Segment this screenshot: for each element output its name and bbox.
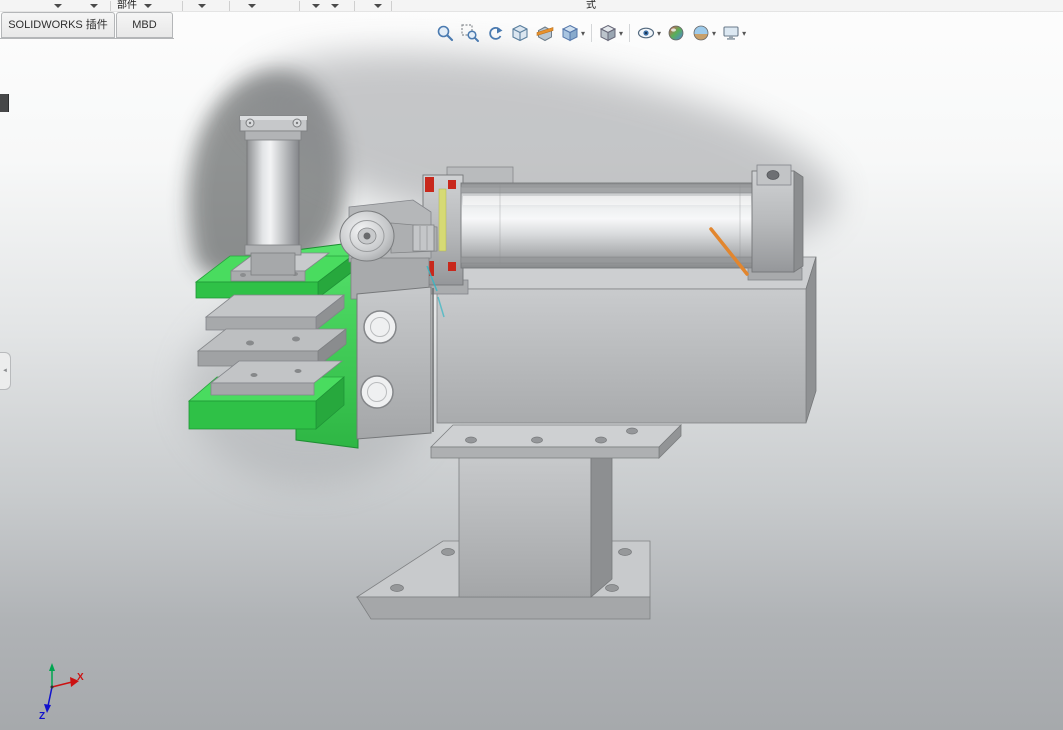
display-style-button[interactable]: ▾: [596, 21, 625, 45]
apply-scene-icon: [693, 25, 709, 41]
triad-x-label: X: [77, 672, 84, 683]
clamp-assembly: [339, 199, 438, 300]
3d-viewport[interactable]: X Z: [0, 0, 1063, 730]
vertical-cylinder: [239, 115, 308, 276]
apply-scene-button[interactable]: ▾: [689, 21, 718, 45]
previous-view-button[interactable]: [483, 21, 507, 45]
view-orientation-icon: [561, 24, 579, 42]
display-style-icon: [599, 24, 617, 42]
dropdown-caret[interactable]: ▾: [619, 29, 623, 38]
hide-show-items-button[interactable]: ▾: [634, 21, 663, 45]
orientation-triad: X Z: [39, 663, 84, 722]
section-view-icon: [536, 26, 554, 42]
dropdown-caret[interactable]: ▾: [581, 29, 585, 38]
zoom-to-area-icon: [461, 24, 479, 42]
dropdown-caret[interactable]: ▾: [712, 29, 716, 38]
mounting-flange: [430, 424, 682, 459]
hide-show-items-icon: [637, 27, 655, 39]
dropdown-caret[interactable]: ▾: [742, 29, 746, 38]
previous-view-icon: [489, 27, 503, 40]
view-orientation-button[interactable]: ▾: [558, 21, 587, 45]
toolbar-separator: [629, 24, 631, 42]
view-settings-button[interactable]: ▾: [719, 21, 748, 45]
toolbar-separator: [591, 24, 593, 42]
edit-appearance-button[interactable]: [664, 21, 688, 45]
zoom-to-area-button[interactable]: [458, 21, 482, 45]
dynamic-annotation-views-button[interactable]: [508, 21, 532, 45]
section-view-button[interactable]: [533, 21, 557, 45]
main-block: [436, 256, 817, 424]
solidworks-window: X Z 部件 式 SOLIDWORKS 插件 MBD ▾ ▾ ▾ ▾ ▾ ◄: [0, 0, 1063, 730]
dropdown-caret[interactable]: ▾: [657, 29, 661, 38]
heads-up-view-toolbar: ▾ ▾ ▾ ▾ ▾: [433, 20, 748, 46]
pedestal-column: [458, 441, 613, 598]
dynamic-annotation-views-icon: [512, 24, 528, 42]
zoom-to-fit-icon: [437, 25, 454, 42]
edit-appearance-icon: [668, 25, 684, 41]
zoom-to-fit-button[interactable]: [433, 21, 457, 45]
triad-z-label: Z: [39, 711, 45, 722]
view-settings-icon: [723, 26, 739, 40]
